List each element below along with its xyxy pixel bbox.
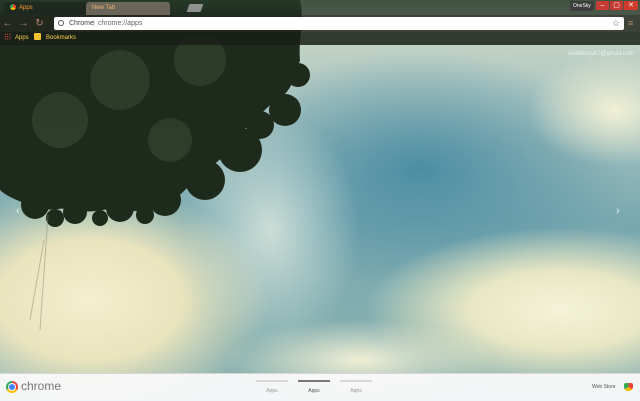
page-switcher-3[interactable]: Apps — [338, 374, 374, 394]
toolbar: ← → ↻ Chrome | chrome://apps ☆ ≡ — [0, 15, 640, 32]
tab-strip: Apps New Tab OneSky – ▢ ✕ — [0, 0, 640, 15]
omnibox-chip: Chrome — [69, 20, 94, 27]
web-store-link[interactable]: Web Store — [592, 384, 616, 390]
bottom-bar: chrome Apps Apps Apps Web Store — [0, 373, 640, 401]
page-indicator-bar — [256, 380, 288, 382]
page-label: Apps — [308, 388, 320, 394]
back-arrow-icon[interactable]: ← — [2, 18, 13, 29]
user-email[interactable]: evatkmay87@gmail.com — [568, 51, 634, 57]
page-switcher-2[interactable]: Apps — [296, 374, 332, 394]
page-indicator-bar — [340, 380, 372, 382]
apps-grid-icon — [4, 33, 11, 40]
minimize-button[interactable]: – — [596, 1, 609, 10]
new-tab-button[interactable] — [186, 4, 204, 12]
bookmark-label: Bookmarks — [46, 35, 77, 41]
page-switcher-1[interactable]: Apps — [254, 374, 290, 394]
web-store-icon[interactable] — [624, 383, 633, 391]
menu-icon[interactable]: ≡ — [628, 18, 633, 29]
maximize-button[interactable]: ▢ — [610, 1, 623, 10]
tab-apps[interactable]: Apps — [4, 2, 90, 15]
page-indicator-bar — [298, 380, 330, 382]
folder-icon — [34, 33, 41, 40]
omnibox-url[interactable]: chrome://apps — [98, 17, 142, 30]
next-page-arrow-icon[interactable]: › — [616, 205, 620, 217]
previous-page-arrow-icon[interactable]: ‹ — [16, 205, 20, 217]
forward-arrow-icon[interactable]: → — [18, 18, 29, 29]
address-bar[interactable]: Chrome | chrome://apps ☆ — [54, 17, 624, 30]
tree-foliage — [0, 0, 310, 331]
bookmark-star-icon[interactable]: ☆ — [612, 17, 620, 30]
bookmark-apps[interactable]: Apps — [4, 32, 29, 45]
page-label: Apps — [350, 388, 362, 394]
apps-tab-icon — [10, 4, 16, 10]
reload-icon[interactable]: ↻ — [34, 18, 45, 29]
bookmark-label: Apps — [15, 35, 29, 41]
chrome-brand-text: chrome — [21, 379, 62, 393]
tab-title: Apps — [19, 5, 33, 11]
chrome-page-icon — [58, 20, 64, 26]
bookmarks-bar: Apps Bookmarks — [0, 32, 640, 45]
profile-button[interactable]: OneSky — [570, 1, 594, 11]
tab-new-tab[interactable]: New Tab — [86, 2, 170, 15]
bookmark-bookmarks-folder[interactable]: Bookmarks — [34, 32, 76, 45]
omnibox-separator: | — [93, 20, 95, 27]
close-button[interactable]: ✕ — [624, 1, 638, 10]
page-label: Apps — [266, 388, 278, 394]
tab-title: New Tab — [92, 5, 116, 11]
chrome-logo-icon — [6, 381, 18, 393]
